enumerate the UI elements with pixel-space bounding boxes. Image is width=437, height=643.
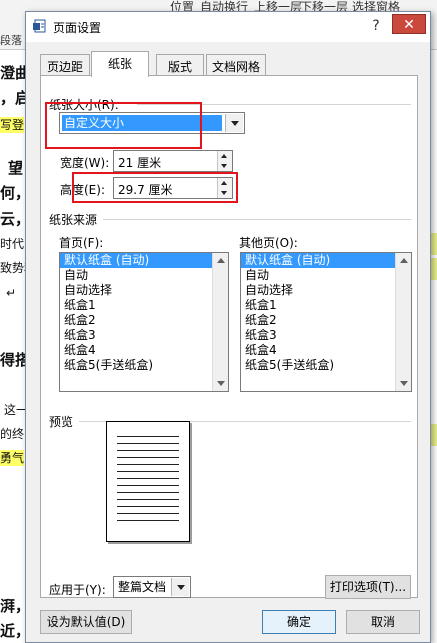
cancel-button[interactable]: 取消 (346, 610, 420, 634)
highlight-box (72, 172, 238, 203)
list-item[interactable]: 纸盒1 (241, 298, 411, 313)
scroll-up-button[interactable] (396, 253, 411, 268)
list-item[interactable]: 纸盒5(手送纸盒) (60, 358, 228, 373)
tab-margins[interactable]: 页边距 (40, 54, 90, 76)
preview-text-line (117, 513, 179, 514)
other-pages-label: 其他页(O): (239, 236, 298, 250)
doc-text: 写登 (0, 117, 25, 133)
list-item[interactable]: 纸盒3 (241, 328, 411, 343)
arrow-down-icon (400, 381, 408, 386)
tab-paper[interactable]: 纸张 (91, 51, 149, 77)
preview-text-line (117, 520, 179, 521)
document-icon (33, 19, 46, 33)
other-pages-tray-list[interactable]: 默认纸盒 (自动) 自动 自动选择 纸盒1 纸盒2 纸盒3 纸盒4 纸盒5(手送… (240, 252, 412, 392)
arrow-down-icon (217, 381, 225, 386)
tab-layout[interactable]: 版式 (156, 54, 204, 76)
list-item[interactable]: 纸盒2 (241, 313, 411, 328)
preview-text-line (117, 485, 179, 486)
page-preview-thumbnail (106, 421, 190, 542)
arrow-down-icon (221, 164, 227, 168)
apply-to-select[interactable]: 整篇文档 (113, 576, 191, 598)
preview-text-line (117, 450, 179, 451)
preview-label: 预览 (49, 415, 74, 429)
dropdown-button[interactable] (225, 114, 243, 132)
preview-text-line (117, 506, 179, 507)
first-page-tray-list[interactable]: 默认纸盒 (自动) 自动 自动选择 纸盒1 纸盒2 纸盒3 纸盒4 纸盒5(手送… (59, 252, 229, 392)
list-item[interactable]: 纸盒3 (60, 328, 228, 343)
scroll-up-button[interactable] (213, 253, 228, 268)
preview-text-line (117, 471, 179, 472)
doc-text: ↵ (6, 286, 17, 300)
list-item[interactable]: 默认纸盒 (自动) (241, 253, 411, 268)
list-item[interactable]: 自动 (60, 268, 228, 283)
width-value: 21 厘米 (118, 156, 162, 170)
preview-text-line (117, 457, 179, 458)
preview-text-line (117, 499, 179, 500)
dialog-title-bar[interactable]: 页面设置 ? ✕ (26, 12, 430, 42)
doc-text: 的终 (0, 427, 25, 441)
preview-text-line (117, 478, 179, 479)
spin-up-button[interactable] (218, 151, 232, 161)
doc-text: 时代 (0, 237, 25, 251)
highlight-box (45, 102, 202, 149)
list-item[interactable]: 纸盒2 (60, 313, 228, 328)
chevron-down-icon (177, 585, 185, 590)
doc-text: 勇气 (0, 450, 25, 466)
spin-down-button[interactable] (218, 161, 232, 171)
preview-text-line (117, 436, 179, 437)
apply-to-value: 整篇文档 (118, 580, 167, 594)
width-label: 宽度(W): (60, 156, 110, 170)
preview-text-line (117, 492, 179, 493)
dropdown-button[interactable] (171, 578, 189, 596)
list-item[interactable]: 默认纸盒 (自动) (60, 253, 228, 268)
list-item[interactable]: 纸盒4 (241, 343, 411, 358)
scrollbar[interactable] (212, 253, 228, 391)
preview-text-line (117, 464, 179, 465)
list-item[interactable]: 自动选择 (241, 283, 411, 298)
set-default-button[interactable]: 设为默认值(D) (40, 610, 132, 634)
doc-text: 望 (8, 159, 24, 177)
list-item[interactable]: 纸盒4 (60, 343, 228, 358)
list-item[interactable]: 纸盒1 (60, 298, 228, 313)
tab-strip: 页边距 纸张 版式 文档网格 (40, 51, 420, 77)
dialog-title: 页面设置 (53, 21, 102, 35)
arrow-up-icon (217, 258, 225, 263)
spin-buttons (217, 151, 232, 171)
print-options-button[interactable]: 打印选项(T)... (325, 575, 411, 599)
paper-source-label: 纸张来源 (49, 213, 98, 227)
ribbon-paragraph-group: 段落 (0, 34, 22, 47)
apply-to-label: 应用于(Y): (49, 583, 106, 597)
doc-highlight (431, 233, 437, 255)
list-item[interactable]: 纸盒5(手送纸盒) (241, 358, 411, 373)
arrow-up-icon (400, 258, 408, 263)
paper-tab-panel: 纸张大小(R): 自定义大小 宽度(W): 21 厘米 高度(E): 29.7 … (40, 75, 418, 599)
list-item[interactable]: 自动选择 (60, 283, 228, 298)
list-item[interactable]: 自动 (241, 268, 411, 283)
scroll-down-button[interactable] (213, 376, 228, 391)
page-setup-dialog: 页面设置 ? ✕ 页边距 纸张 版式 文档网格 纸张大小(R): 自定义大小 宽… (25, 11, 431, 643)
help-button[interactable]: ? (365, 16, 387, 36)
group-divider (103, 219, 411, 220)
doc-highlight (431, 424, 437, 446)
scrollbar[interactable] (395, 253, 411, 391)
first-page-label: 首页(F): (59, 236, 104, 250)
preview-text-line (117, 443, 179, 444)
chevron-down-icon (231, 121, 239, 126)
width-spinner[interactable]: 21 厘米 (113, 150, 233, 172)
tab-document-grid[interactable]: 文档网格 (206, 54, 266, 76)
arrow-up-icon (221, 154, 227, 158)
doc-highlight (431, 258, 437, 280)
close-button[interactable]: ✕ (392, 14, 426, 34)
scroll-down-button[interactable] (396, 376, 411, 391)
ok-button[interactable]: 确定 (262, 610, 336, 634)
